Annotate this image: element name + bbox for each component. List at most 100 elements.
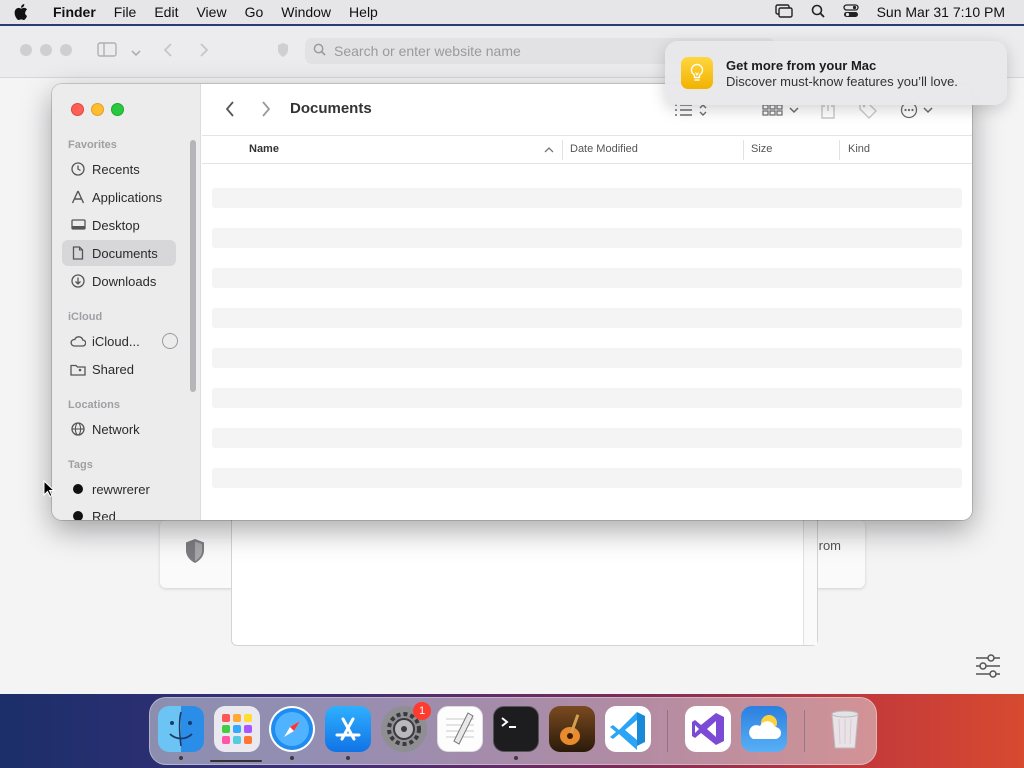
sidebar-item-network[interactable]: Network	[62, 416, 176, 442]
sidebar-item-applications[interactable]: Applications	[62, 184, 176, 210]
sidebar-toggle-icon[interactable]	[97, 42, 117, 62]
menubar-clock[interactable]: Sun Mar 31 7:10 PM	[877, 4, 1005, 20]
partial-text: rom	[818, 538, 841, 553]
screen-mirroring-icon[interactable]	[774, 3, 793, 21]
notification-title: Get more from your Mac	[726, 57, 877, 73]
privacy-report-icon[interactable]	[276, 42, 290, 63]
running-indicator	[290, 756, 294, 760]
launchpad-dock-icon[interactable]	[214, 706, 260, 752]
running-indicator	[179, 756, 183, 760]
card-scrollbar[interactable]	[803, 520, 817, 645]
customize-sliders-icon[interactable]	[974, 654, 1002, 683]
sidebar-tag-red[interactable]: Red	[62, 503, 176, 520]
column-header-name[interactable]: Name	[249, 143, 279, 155]
finder-dock-icon[interactable]	[158, 706, 204, 752]
system-settings-dock-icon[interactable]: 1	[381, 702, 431, 752]
sidebar-item-downloads[interactable]: Downloads	[62, 268, 176, 294]
empty-row-stripe	[212, 268, 962, 288]
forward-button-icon[interactable]	[260, 100, 272, 123]
group-by-icon[interactable]	[762, 102, 800, 123]
sidebar-item-label: Network	[92, 421, 140, 437]
tag-color-dot	[73, 511, 83, 520]
launchpad-loading-bar	[210, 760, 262, 762]
spotlight-search-icon[interactable]	[811, 4, 825, 21]
empty-row-stripe	[212, 348, 962, 368]
column-separator[interactable]	[839, 140, 840, 160]
desktop-icon	[70, 217, 86, 233]
menu-edit[interactable]: Edit	[145, 4, 187, 20]
sidebar-scrollbar[interactable]	[190, 140, 196, 392]
close-button[interactable]	[71, 103, 84, 116]
column-header-date-modified[interactable]: Date Modified	[570, 143, 638, 155]
sidebar-item-desktop[interactable]: Desktop	[62, 212, 176, 238]
sidebar-item-label: Applications	[92, 189, 163, 205]
notification-body: Discover must-know features you’ll love.	[726, 73, 958, 89]
finder-sidebar: Favorites Recents Applications Desktop D…	[52, 84, 201, 520]
running-indicator	[514, 756, 518, 760]
sidebar-item-label: rewwrerer	[92, 481, 150, 497]
menu-go[interactable]: Go	[236, 4, 273, 20]
column-header-row: Name Date Modified Size Kind	[202, 136, 972, 164]
document-icon	[70, 245, 86, 261]
weather-dock-icon[interactable]	[741, 706, 787, 752]
dock: 1	[149, 697, 877, 765]
sidebar-item-recents[interactable]: Recents	[62, 156, 176, 182]
empty-row-stripe	[212, 308, 962, 328]
column-separator[interactable]	[562, 140, 563, 160]
menu-bar: Finder File Edit View Go Window Help Sun…	[0, 0, 1024, 24]
column-header-kind[interactable]: Kind	[848, 143, 870, 155]
clock-icon	[70, 161, 86, 177]
safari-minimize-button[interactable]	[40, 44, 52, 56]
vscode-dock-icon[interactable]	[605, 706, 651, 752]
chevron-down-icon[interactable]	[131, 44, 141, 62]
sort-ascending-icon[interactable]	[544, 145, 554, 157]
empty-file-list[interactable]	[212, 188, 962, 508]
app-store-dock-icon[interactable]	[325, 706, 371, 752]
running-indicator	[346, 756, 350, 760]
minimize-button[interactable]	[91, 103, 104, 116]
cloud-icon	[70, 333, 86, 349]
empty-row-stripe	[212, 388, 962, 408]
download-icon	[70, 273, 86, 289]
safari-zoom-button[interactable]	[60, 44, 72, 56]
column-separator[interactable]	[743, 140, 744, 160]
tag-color-dot	[73, 484, 83, 494]
safari-close-button[interactable]	[20, 44, 32, 56]
sidebar-tag-rewwrerer[interactable]: rewwrerer	[62, 476, 176, 502]
menu-app-name[interactable]: Finder	[42, 4, 105, 20]
menu-view[interactable]: View	[187, 4, 235, 20]
sidebar-item-documents[interactable]: Documents	[62, 240, 176, 266]
sidebar-item-label: Documents	[92, 245, 158, 261]
garageband-dock-icon[interactable]	[549, 706, 595, 752]
safari-dock-icon[interactable]	[269, 706, 315, 752]
tips-notification[interactable]: Get more from your Mac Discover must-kno…	[665, 41, 1007, 105]
menu-window[interactable]: Window	[272, 4, 340, 20]
forward-arrow-icon[interactable]	[199, 42, 209, 63]
lightbulb-icon	[681, 57, 713, 89]
empty-row-stripe	[212, 428, 962, 448]
back-button-icon[interactable]	[224, 100, 236, 123]
textedit-dock-icon[interactable]	[437, 706, 483, 752]
empty-row-stripe	[212, 228, 962, 248]
empty-row-stripe	[212, 188, 962, 208]
mouse-cursor-icon	[43, 479, 56, 503]
zoom-button[interactable]	[111, 103, 124, 116]
sidebar-item-shared[interactable]: Shared	[62, 356, 176, 382]
sidebar-item-icloud-drive[interactable]: iCloud...	[62, 328, 184, 354]
finder-window: Favorites Recents Applications Desktop D…	[52, 84, 972, 520]
apple-menu-icon[interactable]	[0, 4, 42, 20]
window-title: Documents	[290, 100, 372, 117]
sidebar-section-icloud: iCloud	[68, 311, 103, 323]
sync-status-icon	[162, 333, 178, 349]
visual-studio-dock-icon[interactable]	[685, 706, 731, 752]
trash-dock-icon[interactable]	[822, 706, 868, 752]
notification-badge: 1	[413, 702, 431, 720]
column-header-size[interactable]: Size	[751, 143, 772, 155]
menu-file[interactable]: File	[105, 4, 146, 20]
sidebar-item-label: Downloads	[92, 273, 157, 289]
back-arrow-icon[interactable]	[163, 42, 173, 63]
menu-help[interactable]: Help	[340, 4, 387, 20]
control-center-icon[interactable]	[842, 3, 859, 21]
list-view-icon[interactable]	[674, 102, 710, 123]
terminal-dock-icon[interactable]	[493, 706, 539, 752]
